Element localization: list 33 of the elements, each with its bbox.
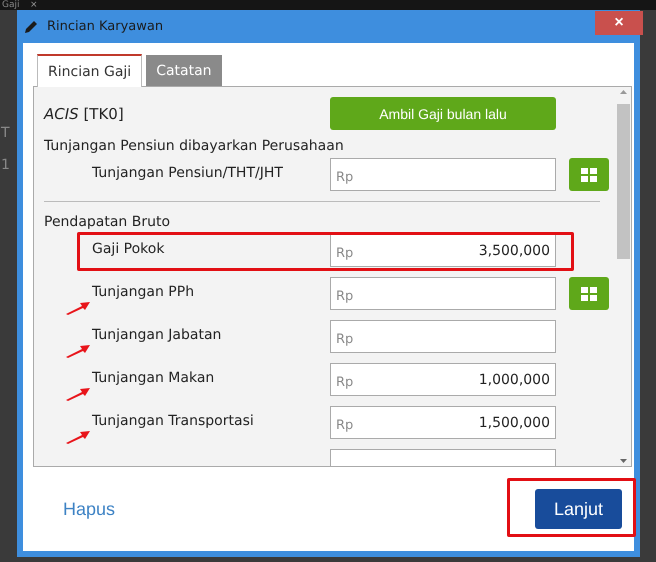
calculator-button[interactable]	[569, 277, 609, 310]
field-label: Tunjangan Transportasi	[92, 413, 254, 429]
close-button[interactable]: ×	[595, 11, 643, 35]
field-label: Tunjangan Jabatan	[92, 327, 222, 343]
calculator-icon	[581, 168, 597, 182]
input-field[interactable]: Rp 1,500,000	[330, 406, 556, 439]
calculator-icon	[581, 286, 597, 300]
window-title: Rincian Karyawan	[47, 19, 164, 34]
input-field[interactable]: Rp	[330, 158, 556, 191]
field-label: Tunjangan Makan	[92, 370, 214, 386]
scrollbar[interactable]	[617, 88, 630, 465]
field-label: Tunjangan Pensiun/THT/JHT	[92, 165, 283, 181]
tab[interactable]: Catatan	[146, 55, 222, 86]
delete-link[interactable]: Hapus	[63, 498, 116, 520]
calculator-button[interactable]	[569, 158, 609, 191]
background-cell-text: T	[1, 125, 11, 141]
background-tab[interactable]: Gaji	[2, 0, 20, 10]
employee-name: ACIS [TK0]	[44, 104, 125, 122]
section-title: Tunjangan Pensiun dibayarkan Perusahaan	[44, 138, 345, 154]
scroll-down-icon[interactable]	[620, 459, 627, 463]
input-field[interactable]: Rp 1,000,000	[330, 363, 556, 396]
input-field[interactable]: Rp 3,500,000	[330, 234, 556, 267]
tab[interactable]: Rincian Gaji	[37, 54, 142, 87]
input-field[interactable]: Rp	[330, 277, 556, 310]
next-button[interactable]: Lanjut	[535, 489, 622, 529]
pencil-icon	[23, 18, 39, 34]
background-tab-close[interactable]: ×	[30, 0, 38, 10]
field-label: Tunjangan PPh	[92, 284, 194, 300]
field-label: Gaji Pokok	[92, 241, 164, 257]
input-field[interactable]: Rp	[330, 320, 556, 353]
copy-salary-button[interactable]: Ambil Gaji bulan lalu	[330, 97, 556, 130]
scroll-up-icon[interactable]	[620, 90, 627, 94]
section-title: Pendapatan Bruto	[44, 214, 172, 230]
